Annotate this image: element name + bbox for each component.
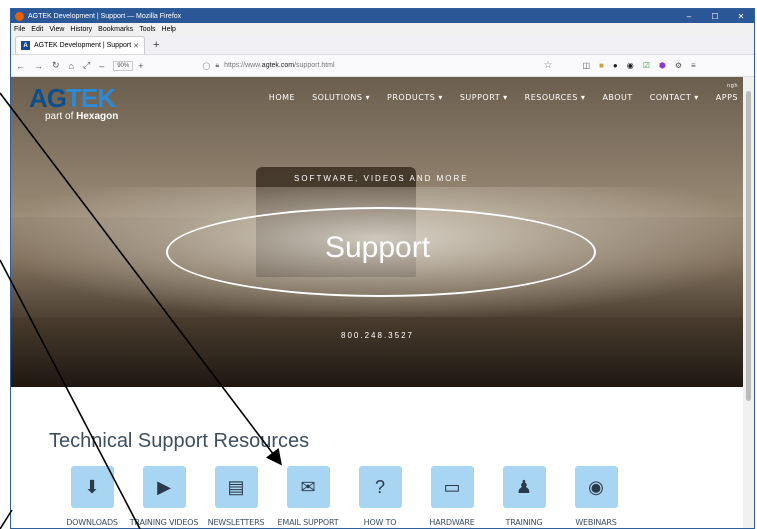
extension-icon[interactable]: ■ bbox=[599, 61, 604, 70]
tab-label: AGTEK Development | Support bbox=[34, 42, 132, 49]
bookmark-star-icon[interactable]: ☆ bbox=[544, 60, 553, 71]
resource-label[interactable]: TRAINING bbox=[506, 518, 543, 527]
resource-newsletters[interactable]: ▤ NEWSLETTERS bbox=[200, 466, 272, 527]
scrollbar-thumb[interactable] bbox=[746, 91, 751, 401]
browser-window: AGTEK Development | Support — Mozilla Fi… bbox=[10, 8, 755, 529]
zoom-out-icon[interactable]: – bbox=[99, 61, 104, 71]
hero-phone[interactable]: 800.248.3527 bbox=[11, 331, 744, 340]
site-nav: ngh HOME SOLUTIONS ▾ PRODUCTS ▾ SUPPORT … bbox=[269, 83, 738, 102]
url-bar[interactable]: ◯ 🔒︎ https://www. agtek.com/support.html … bbox=[202, 58, 552, 74]
resource-email-support[interactable]: ✉ EMAIL SUPPORT bbox=[272, 466, 344, 527]
extension-dark-icon[interactable]: ● bbox=[613, 61, 618, 70]
title-bar: AGTEK Development | Support — Mozilla Fi… bbox=[11, 9, 754, 23]
reload-icon[interactable]: ↻ bbox=[52, 60, 60, 71]
url-path: /support.html bbox=[294, 62, 335, 69]
shield-icon[interactable]: ◯ bbox=[202, 62, 210, 70]
menu-help[interactable]: Help bbox=[162, 26, 176, 33]
resource-training-videos[interactable]: ▶ TRAINING VIDEOS bbox=[128, 466, 200, 527]
webinar-icon[interactable]: ◉ bbox=[574, 466, 618, 508]
vertical-scrollbar[interactable] bbox=[743, 77, 754, 528]
resource-training[interactable]: ♟ TRAINING bbox=[488, 466, 560, 527]
pocket-icon[interactable]: ◫ bbox=[582, 61, 590, 70]
hero-tagline: SOFTWARE, VIDEOS AND MORE bbox=[294, 174, 469, 183]
menu-bar: File Edit View History Bookmarks Tools H… bbox=[11, 23, 754, 35]
nav-home[interactable]: HOME bbox=[269, 93, 295, 102]
howto-icon[interactable]: ? bbox=[358, 466, 402, 508]
zoom-in-icon[interactable]: + bbox=[138, 61, 143, 71]
extensions: ◫ ■ ● ◉ ☑ ⬢ ⚙ ≡ bbox=[582, 61, 695, 70]
video-icon[interactable]: ▶ bbox=[142, 466, 186, 508]
maximize-button[interactable]: ☐ bbox=[702, 12, 728, 21]
forward-icon[interactable]: → bbox=[34, 61, 43, 71]
logo-sub-brand: Hexagon bbox=[76, 111, 119, 122]
logo-ag: AG bbox=[29, 83, 67, 113]
menu-edit[interactable]: Edit bbox=[31, 26, 43, 33]
lock-icon[interactable]: 🔒︎ bbox=[215, 62, 219, 70]
check-extension-icon[interactable]: ☑ bbox=[643, 61, 650, 70]
url-prefix: https://www. bbox=[224, 62, 262, 69]
nav-contact[interactable]: CONTACT ▾ bbox=[650, 93, 699, 102]
nav-toolbar: ← → ↻ ⌂ ⤢ – 90% + ◯ 🔒︎ https://www. agtek… bbox=[11, 55, 754, 77]
resource-webinars[interactable]: ◉ WEBINARS bbox=[560, 466, 632, 527]
monitor-icon[interactable]: ▭ bbox=[430, 466, 474, 508]
resource-label[interactable]: HOW TO bbox=[364, 518, 397, 527]
minimize-button[interactable]: – bbox=[676, 12, 702, 21]
agtek-favicon: A bbox=[21, 41, 30, 50]
menu-icon[interactable]: ≡ bbox=[691, 61, 696, 70]
close-button[interactable]: ✕ bbox=[728, 12, 754, 21]
logo-wordmark: AGTEK bbox=[29, 83, 118, 114]
nav-products[interactable]: PRODUCTS ▾ bbox=[387, 93, 443, 102]
trainer-icon[interactable]: ♟ bbox=[502, 466, 546, 508]
tab-close-icon[interactable]: ✕ bbox=[133, 42, 139, 50]
resource-label[interactable]: EMAIL SUPPORT bbox=[278, 518, 339, 527]
hero-title: Support bbox=[324, 231, 431, 264]
resource-icons: ⬇ DOWNLOADS ▶ TRAINING VIDEOS ▤ NEWSLETT… bbox=[56, 466, 632, 527]
menu-history[interactable]: History bbox=[70, 26, 92, 33]
back-icon[interactable]: ← bbox=[16, 61, 25, 71]
settings-icon[interactable]: ⚙ bbox=[675, 61, 682, 70]
resource-label[interactable]: NEWSLETTERS bbox=[208, 518, 265, 527]
menu-view[interactable]: View bbox=[49, 26, 64, 33]
email-icon[interactable]: ✉ bbox=[286, 466, 330, 508]
nav-resources[interactable]: RESOURCES ▾ bbox=[525, 93, 586, 102]
tab-bar: A AGTEK Development | Support ✕ + bbox=[11, 35, 754, 55]
resource-label[interactable]: WEBINARS bbox=[575, 518, 617, 527]
section-title: Technical Support Resources bbox=[49, 430, 310, 452]
hero-banner: AGTEK part of Hexagon ngh HOME SOLUTIONS… bbox=[11, 77, 744, 387]
resource-hardware[interactable]: ▭ HARDWARE bbox=[416, 466, 488, 527]
newsletter-icon[interactable]: ▤ bbox=[214, 466, 258, 508]
menu-bookmarks[interactable]: Bookmarks bbox=[98, 26, 133, 33]
resource-label[interactable]: DOWNLOADS bbox=[66, 518, 118, 527]
zoom-level[interactable]: 90% bbox=[113, 60, 134, 71]
menu-tools[interactable]: Tools bbox=[139, 26, 155, 33]
logo-tek: TEK bbox=[66, 83, 116, 113]
window-title: AGTEK Development | Support — Mozilla Fi… bbox=[28, 12, 182, 20]
home-icon[interactable]: ⌂ bbox=[69, 61, 74, 71]
firefox-icon bbox=[15, 11, 24, 21]
logo-sub-pre: part of bbox=[45, 111, 77, 122]
download-icon[interactable]: ⬇ bbox=[70, 466, 114, 508]
resource-how-to[interactable]: ? HOW TO bbox=[344, 466, 416, 527]
tab-support[interactable]: A AGTEK Development | Support ✕ bbox=[15, 36, 145, 54]
nav-about[interactable]: ABOUT bbox=[602, 93, 632, 102]
new-tab-button[interactable]: + bbox=[153, 39, 159, 51]
resource-label[interactable]: TRAINING VIDEOS bbox=[130, 518, 199, 527]
web-page: AGTEK part of Hexagon ngh HOME SOLUTIONS… bbox=[11, 77, 744, 528]
url-domain: agtek.com bbox=[261, 62, 295, 69]
nav-solutions[interactable]: SOLUTIONS ▾ bbox=[312, 93, 370, 102]
nav-apps[interactable]: APPS bbox=[716, 93, 738, 102]
resource-downloads[interactable]: ⬇ DOWNLOADS bbox=[56, 466, 128, 527]
agtek-logo[interactable]: AGTEK part of Hexagon bbox=[29, 83, 118, 122]
github-icon[interactable]: ◉ bbox=[627, 61, 634, 70]
expand-icon[interactable]: ⤢ bbox=[83, 60, 90, 71]
purple-extension-icon[interactable]: ⬢ bbox=[659, 61, 666, 70]
nav-support[interactable]: SUPPORT ▾ bbox=[460, 93, 508, 102]
menu-file[interactable]: File bbox=[14, 26, 25, 33]
language-link[interactable]: ngh bbox=[727, 83, 738, 89]
hero-ground bbox=[11, 317, 744, 387]
logo-subtitle: part of Hexagon bbox=[45, 111, 118, 122]
resource-label[interactable]: HARDWARE bbox=[429, 518, 474, 527]
